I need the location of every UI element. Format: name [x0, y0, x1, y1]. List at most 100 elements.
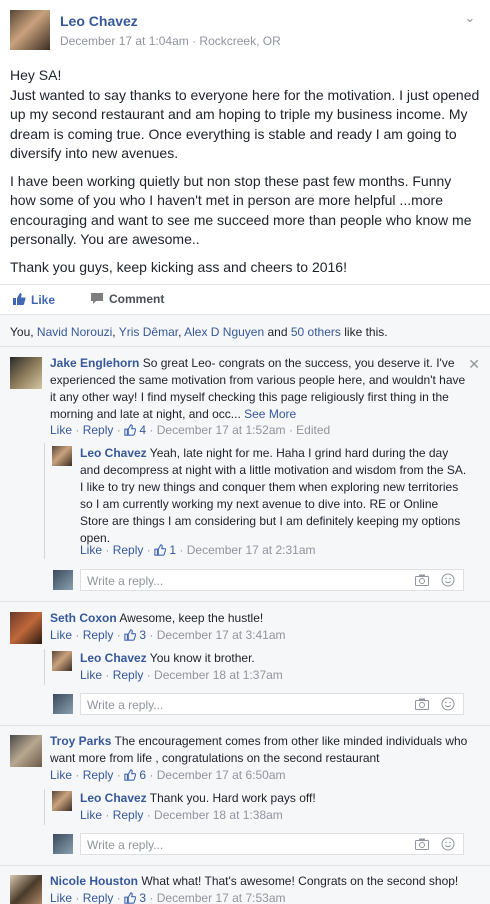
commenter-avatar[interactable]: [10, 357, 42, 389]
liker-link[interactable]: Alex D Nguyen: [184, 325, 264, 339]
comment-body: The encouragement comes from other like …: [50, 734, 468, 765]
comment-like-link[interactable]: Like: [50, 768, 72, 782]
smiley-icon[interactable]: [441, 837, 455, 851]
smiley-icon[interactable]: [441, 697, 455, 711]
reply-input[interactable]: Write a reply...: [53, 569, 464, 591]
likes-summary: You, Navid Norouzi, Yris Dêmar, Alex D N…: [10, 325, 388, 339]
comment-like-count[interactable]: 3: [139, 628, 146, 642]
thumbs-up-icon: [13, 293, 26, 305]
author-avatar[interactable]: [10, 10, 50, 50]
commenter-name[interactable]: Nicole Houston: [50, 874, 138, 888]
reply-time[interactable]: December 17 at 2:31am: [187, 543, 316, 557]
comment-reply-link[interactable]: Reply: [83, 423, 114, 437]
comment-text: Seth Coxon Awesome, keep the hustle!: [50, 610, 470, 627]
reply-like-link[interactable]: Like: [80, 668, 102, 682]
like-button[interactable]: Like: [12, 292, 55, 307]
comment-like-count[interactable]: 6: [139, 768, 146, 782]
camera-icon[interactable]: [415, 698, 429, 710]
comment-reply-link[interactable]: Reply: [83, 768, 114, 782]
post-paragraph: I have been working quietly but non stop…: [10, 172, 472, 248]
reply-like-count[interactable]: 1: [169, 543, 176, 557]
post-header: Leo Chavez December 17 at 1:04am · Rockc…: [10, 10, 470, 54]
close-icon[interactable]: ✕: [468, 356, 480, 373]
comment-time[interactable]: December 17 at 3:41am: [157, 628, 286, 642]
comment-body: Awesome, keep the hustle!: [116, 611, 264, 625]
replier-name[interactable]: Leo Chavez: [80, 791, 147, 805]
comment-meta: Like · Reply · 4 · December 17 at 1:52am…: [50, 423, 331, 437]
divider: [0, 601, 490, 602]
commenter-avatar[interactable]: [10, 875, 42, 904]
reply-meta: Like · Reply · 1 · December 17 at 2:31am: [80, 543, 316, 557]
smiley-icon[interactable]: [441, 573, 455, 587]
reply-text: Leo Chavez You know it brother.: [80, 650, 470, 667]
camera-icon[interactable]: [415, 574, 429, 586]
reply-reply-link[interactable]: Reply: [113, 543, 144, 557]
post-meta[interactable]: December 17 at 1:04am · Rockcreek, OR: [60, 34, 281, 48]
liker-link[interactable]: Navid Norouzi: [37, 325, 112, 339]
likes-others-link[interactable]: 50 others: [291, 325, 341, 339]
reply-body: Thank you. Hard work pays off!: [146, 791, 316, 805]
reply-placeholder: Write a reply...: [87, 698, 164, 712]
replier-name[interactable]: Leo Chavez: [80, 446, 147, 460]
comment-like-link[interactable]: Like: [50, 891, 72, 904]
divider: [0, 725, 490, 726]
divider: [0, 346, 490, 347]
reply-body: You know it brother.: [146, 651, 255, 665]
commenter-name[interactable]: Seth Coxon: [50, 611, 117, 625]
reply-text: Leo Chavez Yeah, late night for me. Haha…: [80, 445, 470, 547]
reply-like-link[interactable]: Like: [80, 543, 102, 557]
reply-reply-link[interactable]: Reply: [113, 668, 144, 682]
reply-meta: Like · Reply · December 18 at 1:38am: [80, 808, 283, 822]
reply-time[interactable]: December 18 at 1:38am: [154, 808, 283, 822]
commenter-avatar[interactable]: [10, 612, 42, 644]
commenter-name[interactable]: Jake Englehorn: [50, 356, 139, 370]
comment-bubble-icon: [91, 293, 103, 304]
comment-reply-link[interactable]: Reply: [83, 628, 114, 642]
reply-placeholder: Write a reply...: [87, 838, 164, 852]
post-author[interactable]: Leo Chavez: [60, 13, 138, 29]
comment-edited: Edited: [296, 423, 331, 437]
commenter-name[interactable]: Troy Parks: [50, 734, 111, 748]
comment-reply-link[interactable]: Reply: [83, 891, 114, 904]
comment-text: Jake Englehorn So great Leo- congrats on…: [50, 355, 470, 423]
commenter-avatar[interactable]: [10, 735, 42, 767]
comment-like-count[interactable]: 3: [139, 891, 146, 904]
post-action-bar: Like Comment: [0, 284, 490, 314]
reply-input[interactable]: Write a reply...: [53, 693, 464, 715]
comment-body: What what! That's awesome! Congrats on t…: [138, 874, 459, 888]
reply-placeholder: Write a reply...: [87, 574, 164, 588]
comment-time[interactable]: December 17 at 1:52am: [157, 423, 286, 437]
reply-input[interactable]: Write a reply...: [53, 833, 464, 855]
comment-like-link[interactable]: Like: [50, 423, 72, 437]
post-paragraph: Thank you guys, keep kicking ass and che…: [10, 258, 347, 275]
reply-body: Yeah, late night for me. Haha I grind ha…: [80, 446, 467, 545]
thumbs-up-icon: [124, 769, 137, 781]
comment-button[interactable]: Comment: [90, 292, 164, 306]
comment-time[interactable]: December 17 at 7:53am: [157, 891, 286, 904]
reply-avatar[interactable]: [52, 791, 72, 811]
comment-like-link[interactable]: Like: [50, 628, 72, 642]
post-body: Hey SA! Just wanted to say thanks to eve…: [10, 66, 480, 285]
thumbs-up-icon: [154, 544, 167, 556]
camera-icon[interactable]: [415, 838, 429, 850]
comment-label: Comment: [109, 292, 165, 306]
liker-link[interactable]: Yris Dêmar: [119, 325, 178, 339]
likes-you: You,: [10, 325, 37, 339]
replier-name[interactable]: Leo Chavez: [80, 651, 147, 665]
thumbs-up-icon: [124, 424, 137, 436]
comment-meta: Like · Reply · 3 · December 17 at 3:41am: [50, 628, 286, 642]
comments-section: You, Navid Norouzi, Yris Dêmar, Alex D N…: [0, 314, 490, 904]
reply-time[interactable]: December 18 at 1:37am: [154, 668, 283, 682]
reply-avatar[interactable]: [52, 651, 72, 671]
comment-like-count[interactable]: 4: [139, 423, 146, 437]
reply-like-link[interactable]: Like: [80, 808, 102, 822]
divider: [0, 865, 490, 866]
reply-meta: Like · Reply · December 18 at 1:37am: [80, 668, 283, 682]
comment-time[interactable]: December 17 at 6:50am: [157, 768, 286, 782]
my-avatar: [53, 694, 73, 714]
like-label: Like: [31, 293, 56, 307]
reply-reply-link[interactable]: Reply: [113, 808, 144, 822]
see-more-link[interactable]: See More: [241, 407, 296, 421]
thread-line: [44, 443, 45, 559]
reply-avatar[interactable]: [52, 446, 72, 466]
